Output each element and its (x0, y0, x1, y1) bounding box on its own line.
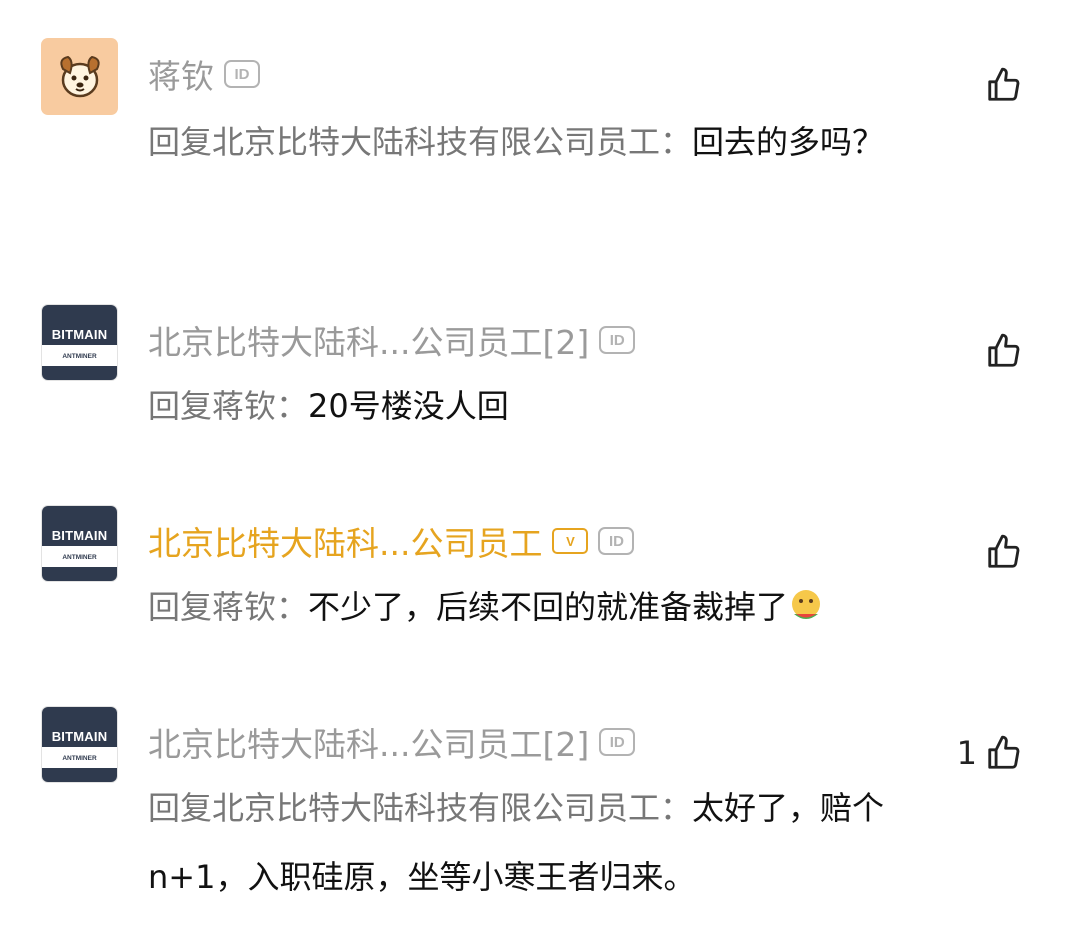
id-badge-icon: ID (598, 527, 635, 555)
comment-body: 回去的多吗？ (692, 123, 885, 161)
reply-prefix[interactable]: 回复北京比特大陆科技有限公司员工： (148, 789, 692, 827)
comment-text: 回复蒋钦：20号楼没人回 (148, 372, 938, 441)
avatar-brand: BITMAIN (51, 729, 108, 744)
avatar[interactable]: BITMAIN ANTMINER (41, 304, 118, 381)
avatar-brand: BITMAIN (51, 528, 108, 543)
comment-body: 不少了，后续不回的就准备裁掉了 (308, 588, 789, 626)
id-badge-icon: ID (599, 728, 636, 756)
author-name[interactable]: 北京比特大陆科...公司员工[2] (148, 316, 589, 364)
avatar-footer (42, 567, 117, 581)
reply-prefix[interactable]: 回复蒋钦： (148, 588, 308, 626)
avatar-sub: ANTMINER (62, 554, 97, 561)
comment-author[interactable]: 北京比特大陆科...公司员工[2] ID (148, 316, 636, 364)
avatar-footer (42, 366, 117, 380)
avatar-sub: ANTMINER (62, 353, 97, 360)
like-button[interactable]: 1 (957, 734, 1023, 772)
reply-prefix[interactable]: 回复北京比特大陆科技有限公司员工： (148, 123, 692, 161)
thumbs-up-icon (988, 534, 1020, 568)
like-count: 1 (956, 734, 977, 772)
avatar-footer (42, 768, 117, 782)
thumbs-up-icon (988, 333, 1020, 367)
comment-author[interactable]: 北京比特大陆科...公司员工[2] ID (148, 718, 636, 766)
author-name[interactable]: 北京比特大陆科...公司员工[2] (148, 718, 589, 766)
id-badge-icon: ID (224, 60, 260, 88)
like-button[interactable] (977, 66, 1023, 104)
comment-text: 回复北京比特大陆科技有限公司员工：太好了，赔个n+1，入职硅原，坐等小寒王者归来… (148, 774, 928, 912)
reply-prefix[interactable]: 回复蒋钦： (148, 387, 308, 425)
eating-watermelon-emoji-icon (792, 590, 821, 619)
dog-avatar-icon (59, 55, 100, 97)
like-button[interactable] (977, 332, 1023, 370)
author-name[interactable]: 北京比特大陆科...公司员工 (148, 517, 542, 565)
thumbs-up-icon (988, 67, 1020, 101)
avatar-sub: ANTMINER (62, 755, 97, 762)
thumbs-up-icon (988, 735, 1020, 769)
comment-body: 20号楼没人回 (308, 387, 509, 425)
avatar[interactable] (41, 38, 118, 115)
avatar[interactable]: BITMAIN ANTMINER (41, 706, 118, 783)
verified-badge-icon: V (552, 528, 589, 554)
comment-author[interactable]: 蒋钦 ID (148, 52, 260, 96)
comment-text: 回复蒋钦：不少了，后续不回的就准备裁掉了 (148, 573, 938, 642)
avatar-brand: BITMAIN (51, 327, 108, 342)
avatar[interactable]: BITMAIN ANTMINER (41, 505, 118, 582)
author-name[interactable]: 蒋钦 (148, 50, 214, 98)
comment-author[interactable]: 北京比特大陆科...公司员工 V ID (148, 517, 635, 565)
comment-text: 回复北京比特大陆科技有限公司员工：回去的多吗？ (148, 108, 938, 177)
id-badge-icon: ID (599, 326, 636, 354)
like-button[interactable] (977, 533, 1023, 571)
